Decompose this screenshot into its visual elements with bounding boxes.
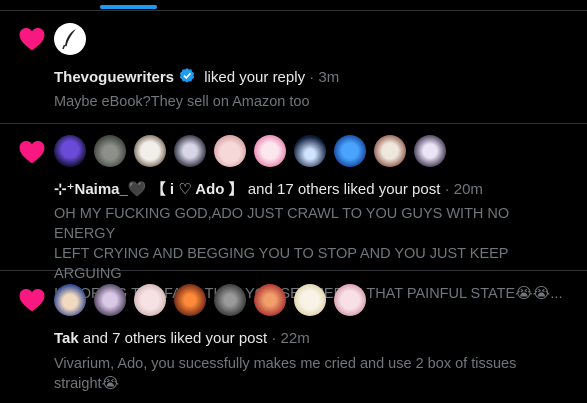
avatar-7[interactable] bbox=[294, 135, 326, 167]
snippet-emoji: 😭 bbox=[101, 375, 120, 392]
reply-snippet: Maybe eBook?They sell on Amazon too bbox=[54, 94, 310, 110]
heart-icon bbox=[19, 288, 45, 312]
action-text: liked your reply bbox=[200, 69, 306, 86]
avatar-9[interactable] bbox=[374, 135, 406, 167]
action-text: and 7 others liked your post bbox=[78, 330, 268, 347]
avatar-2[interactable] bbox=[94, 284, 126, 316]
avatar-5[interactable] bbox=[214, 284, 246, 316]
action-text: and 17 others liked your post bbox=[243, 181, 441, 198]
avatar-4[interactable] bbox=[174, 135, 206, 167]
quill-logo-avatar[interactable] bbox=[54, 23, 86, 55]
timestamp: · 22m bbox=[267, 330, 310, 347]
avatar-5[interactable] bbox=[214, 135, 246, 167]
avatar-8[interactable] bbox=[334, 135, 366, 167]
verified-badge-icon bbox=[179, 68, 195, 83]
avatar-3[interactable] bbox=[134, 135, 166, 167]
actor-name-suffix[interactable]: 【 i ♡ Ado 】 bbox=[147, 181, 244, 198]
notification-item[interactable]: Tak and 7 others liked your post · 22m V… bbox=[0, 271, 587, 403]
avatar-2[interactable] bbox=[94, 135, 126, 167]
heart-icon bbox=[19, 27, 45, 51]
top-tab-bar bbox=[0, 0, 587, 11]
avatar-6[interactable] bbox=[254, 135, 286, 167]
heart-icon bbox=[19, 140, 45, 164]
avatar-4[interactable] bbox=[174, 284, 206, 316]
avatar-6[interactable] bbox=[254, 284, 286, 316]
timestamp: · 3m bbox=[305, 69, 340, 86]
post-snippet: Vivarium, Ado, you sucessfully makes me … bbox=[54, 354, 573, 394]
actor-name[interactable]: Tak bbox=[54, 330, 79, 347]
avatar-3[interactable] bbox=[134, 284, 166, 316]
avatar-8[interactable] bbox=[334, 284, 366, 316]
actor-name[interactable]: ⊹⁺Naima_ bbox=[54, 181, 128, 198]
avatar-1[interactable] bbox=[54, 284, 86, 316]
timestamp: · 20m bbox=[440, 181, 483, 198]
snippet-line: straight bbox=[54, 376, 102, 392]
avatar-7[interactable] bbox=[294, 284, 326, 316]
avatar-1[interactable] bbox=[54, 135, 86, 167]
avatar-10[interactable] bbox=[414, 135, 446, 167]
active-tab-indicator bbox=[100, 5, 157, 9]
black-heart-icon: 🖤 bbox=[127, 181, 147, 198]
notification-item[interactable]: Thevoguewriters liked your reply · 3m Ma… bbox=[0, 11, 587, 124]
snippet-line: Vivarium, Ado, you sucessfully makes me … bbox=[54, 356, 517, 372]
notification-item[interactable]: ⊹⁺Naima_🖤 【 i ♡ Ado 】 and 17 others like… bbox=[0, 124, 587, 302]
snippet-line: OH MY FUCKING GOD,ADO JUST CRAWL TO YOU … bbox=[54, 206, 510, 242]
actor-name[interactable]: Thevoguewriters bbox=[54, 69, 174, 86]
